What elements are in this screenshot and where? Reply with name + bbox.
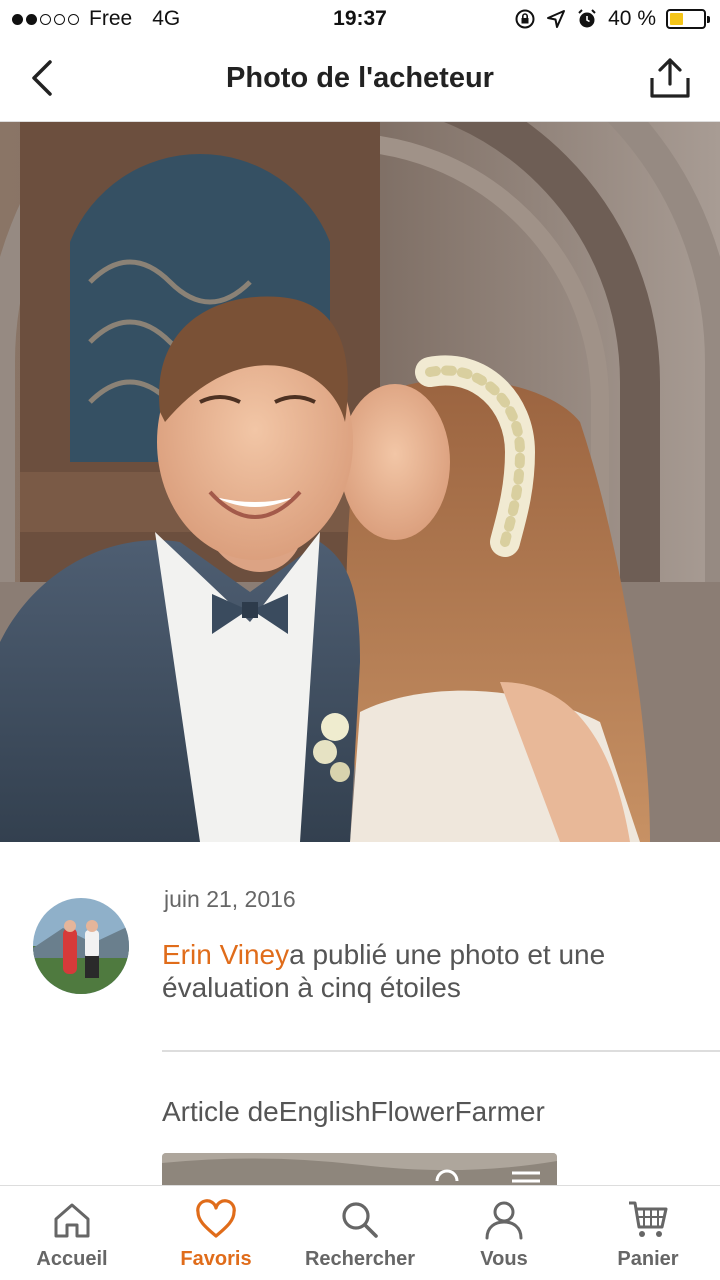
status-bar: Free 4G 19:37 40 % <box>0 0 720 40</box>
article-thumbnail[interactable] <box>162 1153 557 1188</box>
share-icon[interactable] <box>646 54 694 102</box>
tab-label-accueil: Accueil <box>36 1248 108 1270</box>
alarm-icon <box>578 9 596 28</box>
article-label: Article de <box>162 1096 279 1127</box>
battery-label: 40 % <box>608 7 656 30</box>
tab-rechercher[interactable]: Rechercher <box>288 1186 432 1280</box>
wedding-photo-image <box>0 122 720 842</box>
buyer-photo[interactable] <box>0 122 720 842</box>
tab-vous[interactable]: Vous <box>432 1186 576 1280</box>
shop-name-link[interactable]: EnglishFlowerFarmer <box>279 1096 545 1127</box>
article-line: Article deEnglishFlowerFarmer <box>162 1096 545 1128</box>
status-right: 40 % <box>514 7 710 31</box>
search-icon <box>342 1202 378 1238</box>
avatar-image <box>33 898 129 994</box>
location-arrow-icon <box>547 10 566 28</box>
reviewer-name-link[interactable]: Erin Viney <box>162 939 289 970</box>
page-title: Photo de l'acheteur <box>226 62 494 94</box>
tab-panier[interactable]: Panier <box>576 1186 720 1280</box>
tab-bar: Accueil Favoris Rechercher Vous Panier <box>0 1185 720 1280</box>
home-icon <box>54 1203 90 1238</box>
reviewer-avatar[interactable] <box>33 898 129 994</box>
tab-label-vous: Vous <box>480 1248 528 1270</box>
review-date: juin 21, 2016 <box>164 886 296 912</box>
tab-label-rechercher: Rechercher <box>304 1248 416 1270</box>
tab-label-favoris: Favoris <box>180 1248 252 1270</box>
cart-icon <box>629 1201 668 1237</box>
navigation-bar: Photo de l'acheteur <box>0 40 720 122</box>
divider <box>162 1050 720 1052</box>
user-icon <box>485 1201 523 1240</box>
tab-accueil[interactable]: Accueil <box>0 1186 144 1280</box>
tab-label-panier: Panier <box>617 1248 679 1270</box>
heart-icon <box>196 1199 236 1238</box>
battery-icon <box>666 9 710 29</box>
review-summary: Erin Vineya publié une photo et une éval… <box>162 938 702 1004</box>
rotation-lock-icon <box>515 9 535 29</box>
article-thumbnail-image <box>162 1153 557 1188</box>
tab-favoris[interactable]: Favoris <box>144 1186 288 1280</box>
